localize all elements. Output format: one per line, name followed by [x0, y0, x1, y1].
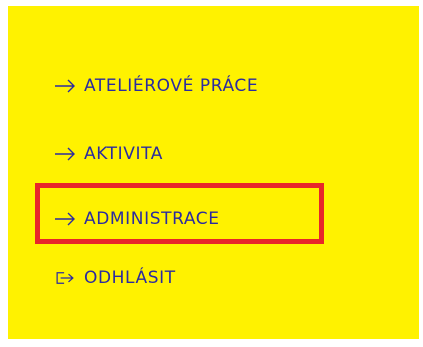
arrow-right-icon: [55, 147, 75, 161]
logout-icon: [56, 272, 74, 284]
menu-item-label: AKTIVITA: [84, 144, 163, 164]
menu-item-label: ADMINISTRACE: [84, 209, 220, 229]
menu-item-label: ODHLÁSIT: [84, 268, 176, 288]
menu-item-label: ATELIÉROVÉ PRÁCE: [84, 76, 259, 96]
menu-item-administrace[interactable]: ADMINISTRACE: [54, 209, 220, 229]
menu-item-odhlasit[interactable]: ODHLÁSIT: [54, 268, 176, 288]
arrow-right-icon: [55, 79, 75, 93]
menu-item-atelierove-prace[interactable]: ATELIÉROVÉ PRÁCE: [54, 76, 258, 96]
arrow-right-icon: [55, 212, 75, 226]
menu-panel: ATELIÉROVÉ PRÁCE AKTIVITA ADMINISTRACE O…: [8, 6, 419, 339]
menu-item-aktivita[interactable]: AKTIVITA: [54, 144, 163, 164]
